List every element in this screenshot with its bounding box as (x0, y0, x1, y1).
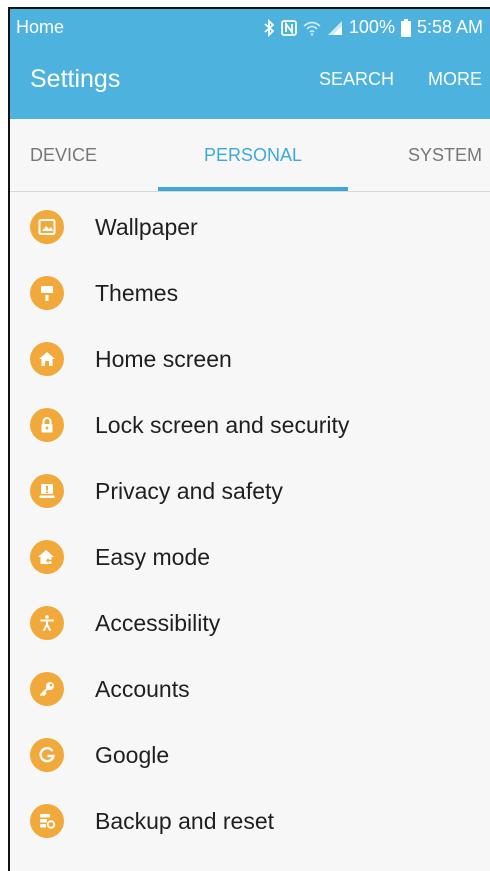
list-item-wallpaper[interactable]: Wallpaper (10, 194, 490, 260)
tab-personal[interactable]: PERSONAL (158, 119, 348, 191)
list-item-accessibility[interactable]: Accessibility (10, 590, 490, 656)
home-icon (30, 342, 64, 376)
backup-icon (30, 804, 64, 838)
tab-system[interactable]: SYSTEM (348, 119, 490, 191)
list-item-accounts[interactable]: Accounts (10, 656, 490, 722)
status-bar: Home 100% 5:58 AM (10, 9, 490, 46)
list-item-label: Privacy and safety (95, 477, 283, 504)
search-button[interactable]: SEARCH (319, 69, 394, 90)
app-bar: Settings SEARCH MORE (10, 46, 490, 119)
list-item-label: Google (95, 741, 170, 768)
wallpaper-icon (30, 210, 64, 244)
privacy-icon (30, 474, 64, 508)
status-time: 5:58 AM (416, 17, 483, 37)
status-icons: 100% 5:58 AM (263, 17, 483, 38)
page-title: Settings (30, 65, 121, 93)
settings-list: Wallpaper Themes Home screen Lock screen… (10, 192, 490, 854)
themes-icon (30, 276, 64, 310)
battery-percent: 100% (348, 17, 395, 37)
settings-tabs: DEVICE PERSONAL SYSTEM (10, 119, 490, 192)
bluetooth-icon (263, 18, 275, 37)
list-item-google[interactable]: Google (10, 722, 490, 788)
list-item-label: Lock screen and security (95, 411, 350, 438)
nfc-icon (281, 19, 297, 36)
settings-screen: Home 100% 5:58 AM Settings SEARCH MORE D… (8, 7, 490, 871)
lock-icon (30, 408, 64, 442)
list-item-privacy[interactable]: Privacy and safety (10, 458, 490, 524)
list-item-label: Backup and reset (95, 807, 275, 834)
accessibility-icon (30, 606, 64, 640)
status-home-label: Home (16, 17, 65, 37)
list-item-themes[interactable]: Themes (10, 260, 490, 326)
list-item-lock-screen[interactable]: Lock screen and security (10, 392, 490, 458)
battery-icon (400, 18, 411, 37)
list-item-label: Accounts (95, 675, 190, 702)
list-item-label: Home screen (95, 345, 232, 372)
list-item-label: Wallpaper (95, 213, 198, 240)
app-bar-actions: SEARCH MORE (319, 69, 482, 90)
list-item-home-screen[interactable]: Home screen (10, 326, 490, 392)
tab-device[interactable]: DEVICE (10, 119, 158, 191)
key-icon (30, 672, 64, 706)
list-item-label: Easy mode (95, 543, 211, 570)
easy-mode-icon (30, 540, 64, 574)
more-button[interactable]: MORE (428, 69, 482, 90)
list-item-label: Themes (95, 279, 179, 306)
signal-icon (327, 20, 343, 36)
list-item-label: Accessibility (95, 609, 221, 636)
wifi-icon (303, 20, 321, 36)
list-item-easy-mode[interactable]: Easy mode (10, 524, 490, 590)
google-icon (30, 738, 64, 772)
list-item-backup[interactable]: Backup and reset (10, 788, 490, 854)
